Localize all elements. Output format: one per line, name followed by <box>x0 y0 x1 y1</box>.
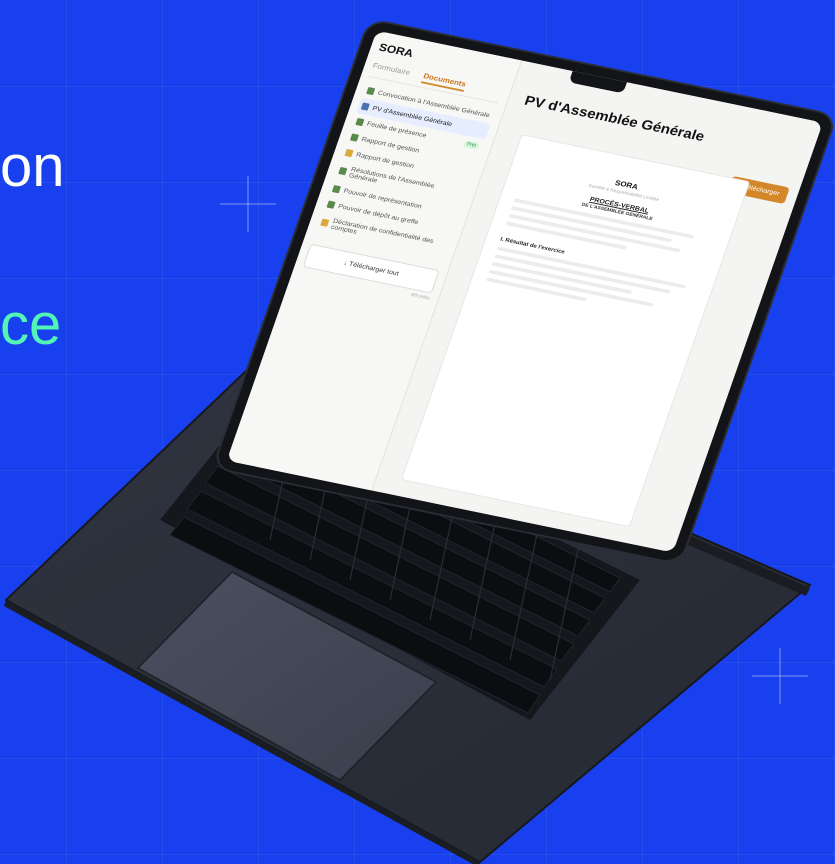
tab-documents[interactable]: Documents <box>421 71 468 92</box>
document-icon <box>349 133 360 142</box>
status-badge: Prêt <box>462 140 480 151</box>
document-icon <box>326 200 336 209</box>
document-icon <box>338 166 348 176</box>
document-icon <box>355 117 365 127</box>
document-icon <box>366 86 376 96</box>
document-icon <box>344 148 354 158</box>
document-icon <box>320 218 330 227</box>
document-icon <box>331 185 342 194</box>
tab-formulaire[interactable]: Formulaire <box>370 61 412 80</box>
document-icon <box>360 102 370 111</box>
